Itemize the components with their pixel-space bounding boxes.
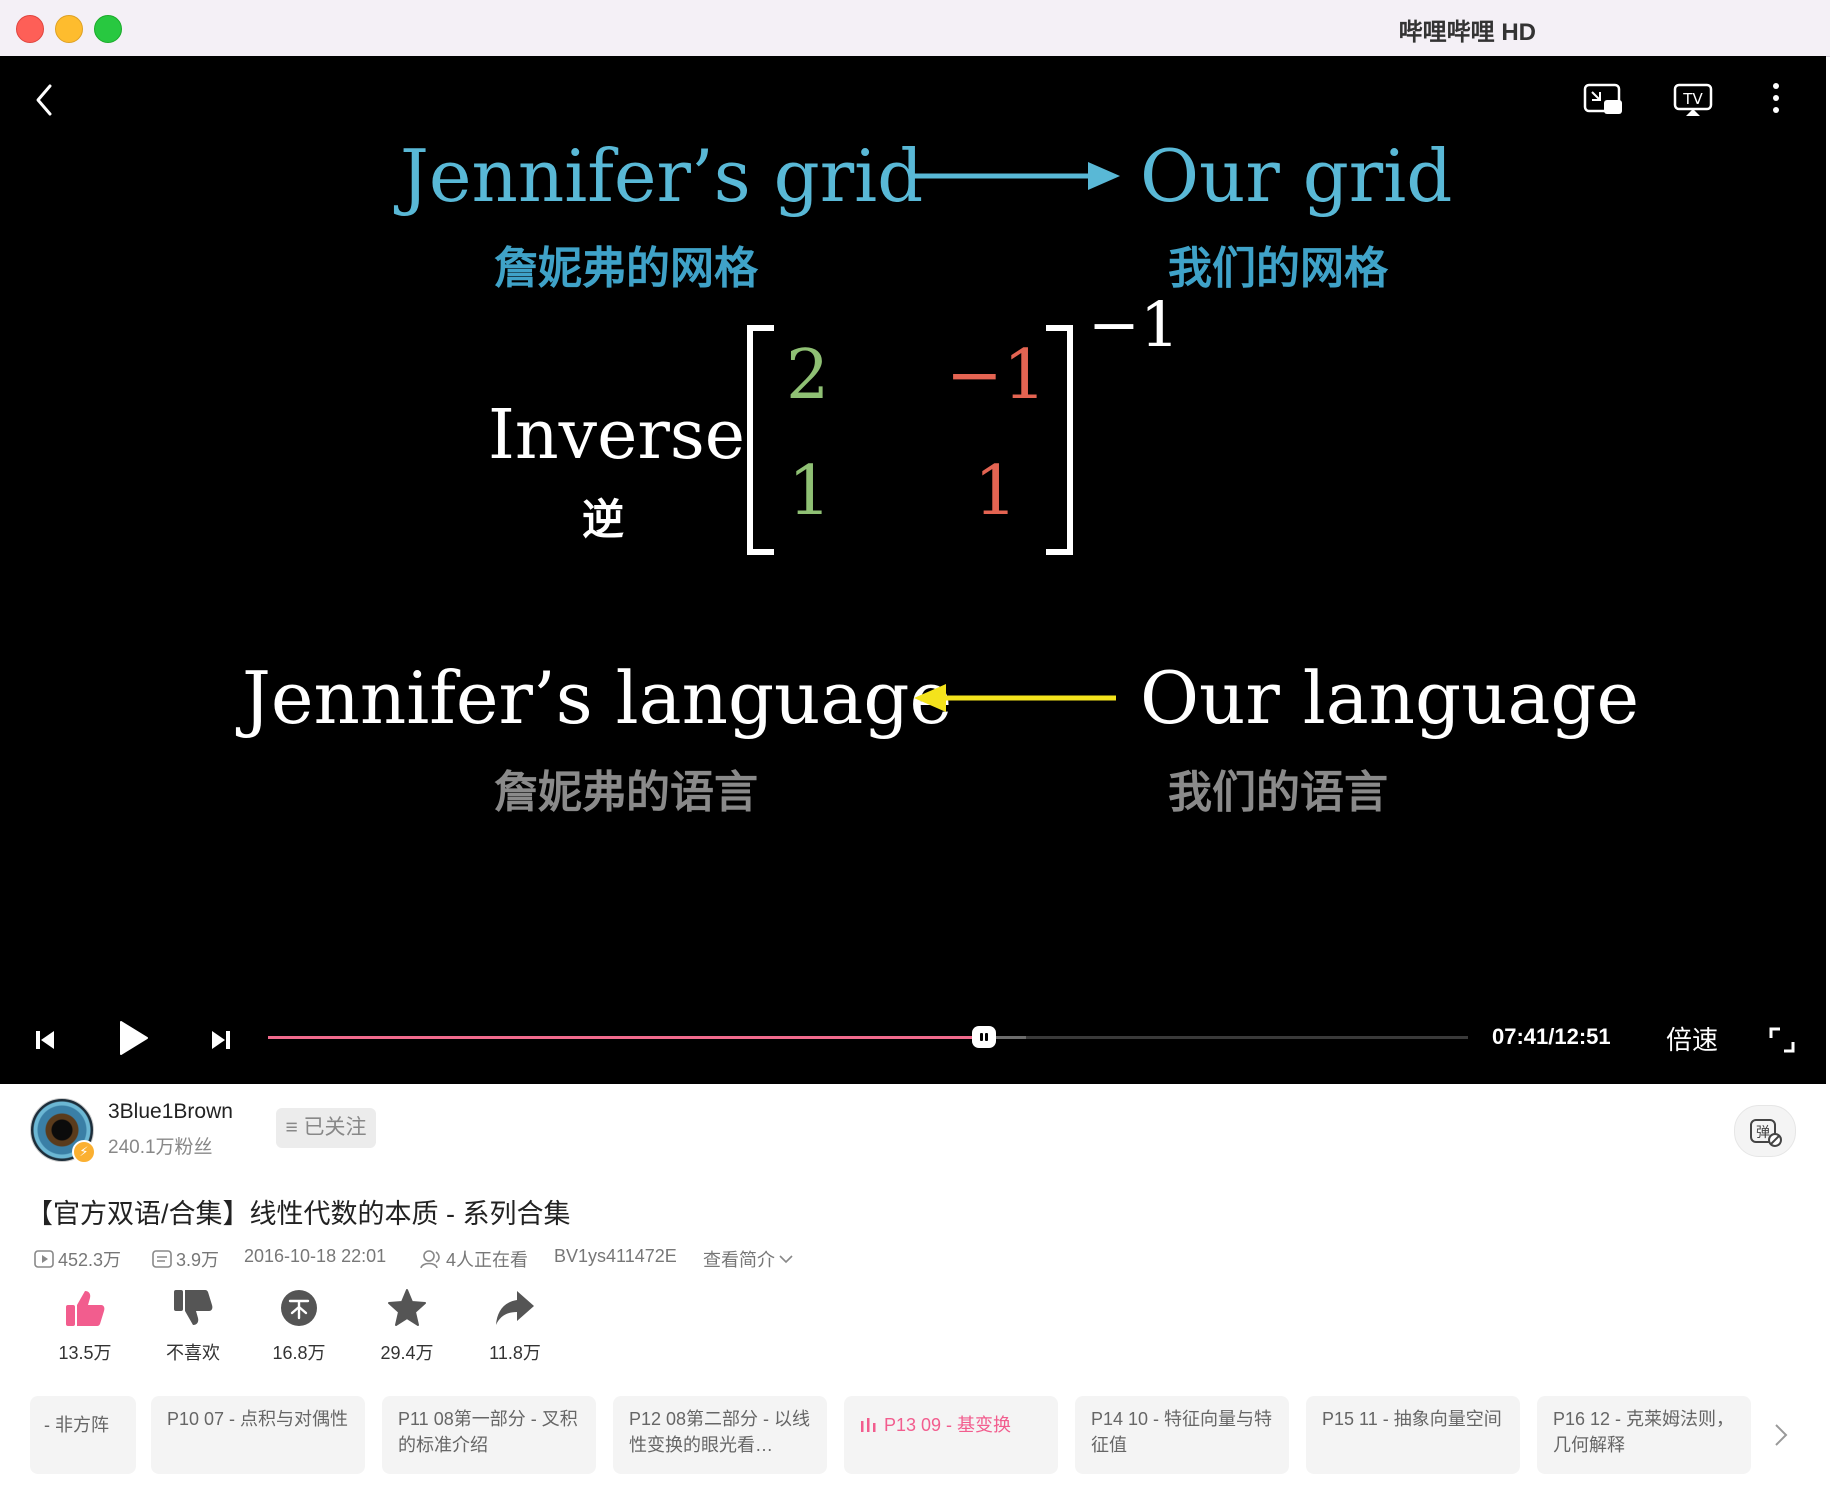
jennifer-grid-subtitle: 詹妮弗的网格 <box>494 243 758 294</box>
matrix-entry-1-1: 2 <box>786 336 830 415</box>
playback-time: 07:41/12:51 <box>1492 1024 1611 1049</box>
share-icon <box>496 1291 534 1325</box>
matrix-entry-2-1: 1 <box>788 452 832 531</box>
our-language-text: Our language <box>1140 656 1640 740</box>
chevron-right-icon[interactable] <box>1772 1422 1790 1453</box>
danmaku-count-icon <box>152 1250 172 1268</box>
video-frame: Jennifer’s grid Our grid 詹妮弗的网格 我们的网格 In… <box>0 56 1826 1084</box>
previous-episode-icon[interactable] <box>34 1028 56 1057</box>
share-count: 11.8万 <box>489 1343 541 1363</box>
favorite-count: 29.4万 <box>380 1343 434 1363</box>
bvid: BV1ys411472E <box>554 1246 677 1266</box>
watching-now: 4人正在看 <box>420 1246 528 1272</box>
episode-item-current[interactable]: P13 09 - 基变换 <box>844 1396 1058 1474</box>
thumbs-up-icon <box>66 1291 105 1326</box>
star-icon <box>388 1289 426 1326</box>
close-window-button[interactable] <box>16 15 44 43</box>
play-icon[interactable] <box>116 1018 150 1063</box>
window-title: 哔哩哔哩 HD <box>1398 19 1536 46</box>
jennifer-language-text: Jennifer’s language <box>242 656 953 740</box>
episode-item[interactable]: P10 07 - 点积与对偶性 <box>151 1396 365 1474</box>
minimize-window-button[interactable] <box>55 15 83 43</box>
episode-current-label: P13 09 - 基变换 <box>884 1415 1012 1435</box>
view-count: 452.3万 <box>34 1246 121 1272</box>
like-count: 13.5万 <box>58 1343 112 1363</box>
dislike-button[interactable]: 不喜欢 <box>148 1288 238 1365</box>
lightning-badge-icon: ⚡ <box>72 1140 96 1164</box>
like-button[interactable]: 13.5万 <box>40 1288 130 1365</box>
danmaku-icon: 弹 <box>1750 1119 1782 1147</box>
follow-label: 已关注 <box>303 1116 367 1139</box>
svg-text:弹: 弹 <box>1756 1125 1770 1141</box>
speed-button[interactable]: 倍速 <box>1666 1020 1718 1057</box>
share-button[interactable]: 11.8万 <box>470 1288 560 1365</box>
more-options-icon[interactable] <box>1770 80 1782 121</box>
episode-item[interactable]: - 非方阵 <box>30 1396 136 1474</box>
episode-item[interactable]: P14 10 - 特征向量与特征值 <box>1075 1396 1289 1474</box>
coin-button[interactable]: 16.8万 <box>254 1288 344 1365</box>
cast-tv-icon[interactable]: TV <box>1672 82 1716 123</box>
fullscreen-icon[interactable] <box>1768 1026 1796 1059</box>
menu-lines-icon: ≡ <box>285 1116 298 1139</box>
zoom-window-button[interactable] <box>94 15 122 43</box>
dislike-label: 不喜欢 <box>166 1343 220 1363</box>
thumbs-down-icon <box>174 1290 213 1325</box>
playing-bars-icon <box>861 1418 876 1432</box>
episode-item[interactable]: P15 11 - 抽象向量空间 <box>1306 1396 1520 1474</box>
uploader-fans: 240.1万粉丝 <box>108 1137 213 1158</box>
video-title: 【官方双语/合集】线性代数的本质 - 系列合集 <box>26 1199 571 1229</box>
matrix-entry-2-2: 1 <box>974 452 1018 531</box>
progress-handle[interactable] <box>972 1026 997 1048</box>
viewers-icon <box>420 1250 440 1269</box>
follow-button[interactable]: ≡ 已关注 <box>276 1108 376 1148</box>
danmaku-toggle-button[interactable]: 弹 <box>1734 1105 1796 1157</box>
inverse-subtitle: 逆 <box>582 495 625 544</box>
jennifer-language-subtitle: 詹妮弗的语言 <box>494 767 758 818</box>
right-arrow <box>914 162 1120 190</box>
episode-item[interactable]: P12 08第二部分 - 以线性变换的眼光看… <box>613 1396 827 1474</box>
our-language-subtitle: 我们的语言 <box>1168 767 1388 818</box>
picture-in-picture-icon[interactable] <box>1582 82 1626 123</box>
danmaku-count-value: 3.9万 <box>176 1250 220 1270</box>
back-icon[interactable] <box>30 80 58 125</box>
coin-icon <box>281 1290 317 1326</box>
jennifer-grid-text: Jennifer’s grid <box>400 134 924 218</box>
next-episode-icon[interactable] <box>210 1028 232 1057</box>
publish-date: 2016-10-18 22:01 <box>244 1246 387 1266</box>
coin-count: 16.8万 <box>272 1343 326 1363</box>
uploader-name[interactable]: 3Blue1Brown <box>108 1100 233 1124</box>
left-arrow <box>914 684 1116 712</box>
matrix-exponent: −1 <box>1088 288 1180 361</box>
matrix-entry-1-2: −1 <box>946 336 1047 415</box>
played-bar <box>268 1036 985 1039</box>
svg-text:TV: TV <box>1682 90 1703 108</box>
progress-bar[interactable] <box>268 1026 1468 1048</box>
window-titlebar: 哔哩哔哩 HD <box>0 0 1830 57</box>
view-intro-label: 查看简介 <box>703 1250 775 1270</box>
episode-item[interactable]: P11 08第一部分 - 叉积的标准介绍 <box>382 1396 596 1474</box>
chevron-down-icon <box>779 1255 793 1264</box>
view-intro-link[interactable]: 查看简介 <box>703 1246 793 1272</box>
our-grid-subtitle: 我们的网格 <box>1168 243 1388 294</box>
view-count-value: 452.3万 <box>58 1250 122 1270</box>
video-player[interactable]: Jennifer’s grid Our grid 詹妮弗的网格 我们的网格 In… <box>0 56 1826 1084</box>
play-count-icon <box>34 1250 54 1268</box>
episode-item[interactable]: P16 12 - 克莱姆法则，几何解释 <box>1537 1396 1751 1474</box>
watching-now-value: 4人正在看 <box>446 1250 529 1270</box>
favorite-button[interactable]: 29.4万 <box>362 1288 452 1365</box>
danmaku-count: 3.9万 <box>152 1246 219 1272</box>
inverse-text: Inverse <box>488 396 745 475</box>
our-grid-text: Our grid <box>1140 134 1453 218</box>
